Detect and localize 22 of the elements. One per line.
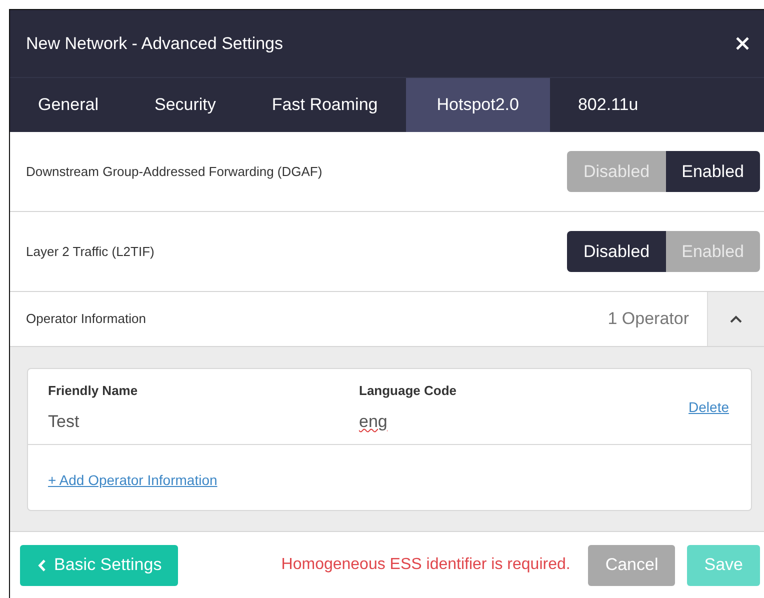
toggle-option[interactable]: Disabled [567, 231, 666, 272]
tab[interactable]: 802.11u [550, 78, 666, 132]
friendly-name-value: Test [48, 411, 80, 433]
column-header: Language Code [359, 382, 457, 400]
language-code-value: eng [359, 411, 388, 433]
tab[interactable]: Security [126, 78, 244, 132]
dialog-title: New Network - Advanced Settings [26, 32, 284, 55]
tab[interactable]: Fast Roaming [244, 78, 406, 132]
delete-link[interactable]: Delete [688, 399, 729, 415]
error-message: Homogeneous ESS identifier is required. [281, 555, 570, 575]
setting-label: Downstream Group-Addressed Forwarding (DGAF) [26, 162, 322, 181]
tab[interactable]: General [10, 78, 126, 132]
close-icon[interactable] [735, 36, 750, 51]
add-operator-link[interactable]: + Add Operator Information [48, 472, 218, 488]
chevron-up-icon [729, 314, 743, 324]
operator-count: 1 Operator [608, 308, 690, 330]
tab[interactable]: Hotspot2.0 [406, 78, 550, 132]
toggle-option[interactable]: Enabled [666, 151, 760, 192]
chevron-left-icon [38, 558, 46, 572]
section-label: Operator Information [26, 310, 146, 328]
column-header: Friendly Name [48, 382, 138, 400]
setting-label: Layer 2 Traffic (L2TIF) [26, 242, 154, 261]
